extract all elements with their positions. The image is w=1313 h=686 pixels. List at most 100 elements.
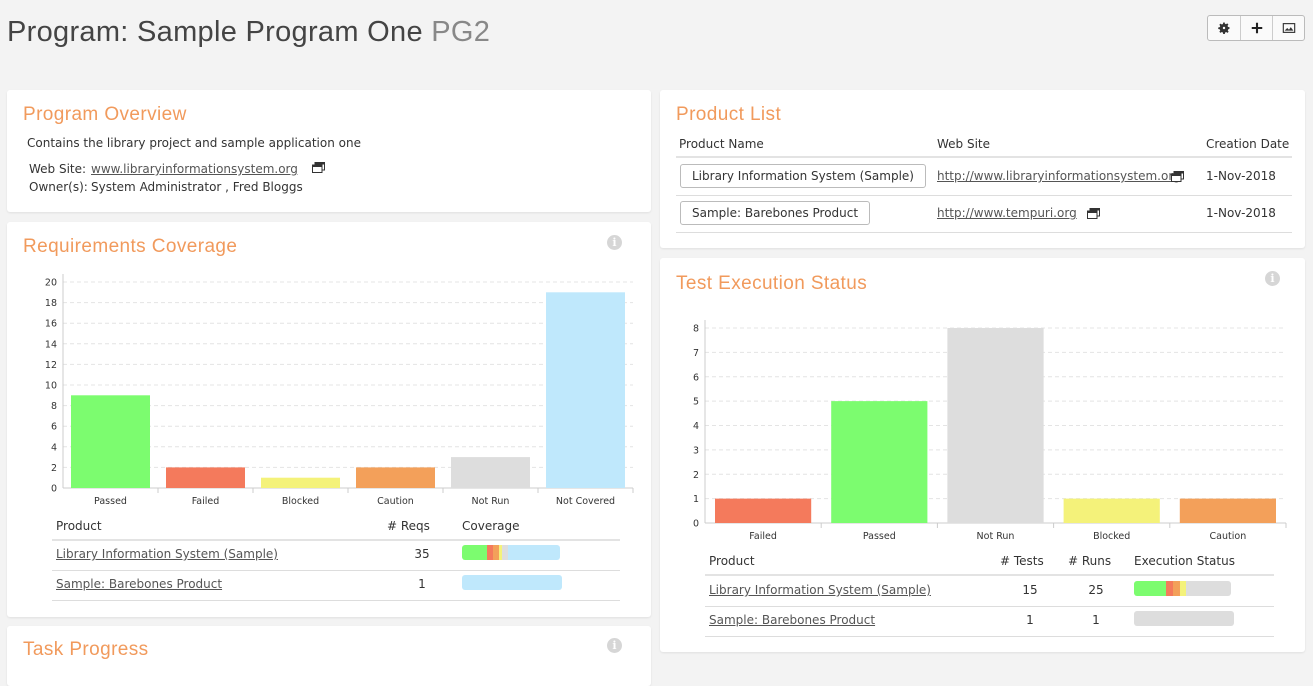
bar-caution [1179,498,1276,523]
product-url-link[interactable]: http://www.libraryinformationsystem.org [937,169,1181,183]
product-link[interactable]: Library Information System (Sample) [56,547,278,561]
divider [676,156,1292,158]
info-icon[interactable]: i [607,638,622,653]
col-header-tests: # Tests [1000,554,1044,568]
bar-failed [715,498,812,523]
col-header-product: Product [709,554,755,568]
col-header-runs: # Runs [1068,554,1112,568]
website-link[interactable]: www.libraryinformationsystem.org [91,162,298,176]
execution-status-bar[interactable] [1134,581,1231,596]
product-name-button[interactable]: Library Information System (Sample) [680,164,926,188]
new-window-icon[interactable] [1087,208,1100,219]
divider [52,539,620,541]
bar-not-run [451,457,530,488]
creation-date: 1-Nov-2018 [1206,206,1276,220]
panel-title: Product List [676,104,782,125]
page-title: Program: Sample Program One PG2 [7,16,490,49]
col-header-reqs: # Reqs [387,519,430,533]
y-tick-label: 20 [45,278,57,289]
info-icon[interactable]: i [1265,271,1280,286]
col-header-coverage: Coverage [462,519,520,533]
y-tick-label: 8 [51,401,57,412]
x-tick-label: Blocked [1093,531,1130,542]
owners-label: Owner(s): [29,180,88,194]
divider [52,600,620,601]
bar-not-covered [546,292,625,488]
runs-count: 25 [1088,583,1104,597]
col-header-web-site: Web Site [937,137,991,151]
y-tick-label: 0 [51,484,57,495]
bar-not-run [947,328,1044,523]
program-description: Contains the library project and sample … [27,136,361,150]
y-tick-label: 4 [51,442,57,453]
website-row: Web Site: www.libraryinformationsystem.o… [29,162,325,176]
coverage-bar[interactable] [462,575,562,590]
new-window-icon[interactable] [1171,171,1184,182]
col-header-product: Product [56,519,102,533]
test-execution-panel: Test Execution Status i 0 1 2 3 4 5 6 7 8 Failed P… [660,258,1305,652]
program-overview-panel: Program Overview Contains the library pr… [7,90,651,212]
y-tick-label: 18 [45,298,57,309]
owners-row: Owner(s): System Administrator , Fred Bl… [29,180,303,194]
product-link[interactable]: Sample: Barebones Product [709,613,875,627]
product-url-link[interactable]: http://www.tempuri.org [937,206,1077,220]
x-tick-label: Not Covered [556,496,615,507]
x-tick-label: Caution [1210,531,1247,542]
bar-segment [462,545,488,560]
col-header-product-name: Product Name [679,137,764,151]
bar-caution [356,467,435,488]
info-icon[interactable]: i [607,235,622,250]
divider [705,606,1274,607]
y-tick-label: 0 [693,519,699,530]
requirements-chart: 0 2 4 6 8 10 12 14 16 18 20 Passed Failed Blocked Caut… [45,274,634,507]
execution-status-bar[interactable] [1134,611,1234,626]
toolbar-button-group [1207,15,1305,41]
gear-icon [1218,22,1230,35]
panel-title: Test Execution Status [676,273,868,294]
y-tick-label: 4 [693,421,699,432]
x-tick-label: Passed [94,496,127,507]
bar-segment [1179,581,1187,596]
new-window-icon[interactable] [311,162,325,173]
y-tick-label: 8 [693,324,699,335]
x-tick-label: Blocked [282,496,319,507]
program-name: Program: Sample Program One [7,16,423,48]
y-tick-label: 3 [693,445,699,456]
product-name-button[interactable]: Sample: Barebones Product [680,201,871,225]
y-tick-label: 1 [693,494,699,505]
coverage-bar[interactable] [462,545,560,560]
y-tick-label: 2 [693,470,699,481]
y-tick-label: 14 [45,339,57,350]
product-list-panel: Product List Product Name Web Site Creat… [660,90,1305,248]
col-header-creation-date: Creation Date [1206,137,1290,151]
website-label: Web Site: [29,162,87,176]
x-tick-label: Not Run [977,531,1015,542]
x-tick-label: Passed [863,531,896,542]
y-tick-label: 5 [693,397,699,408]
tests-count: 15 [1022,583,1038,597]
add-button[interactable] [1240,16,1272,40]
col-header-execution-status: Execution Status [1134,554,1235,568]
y-tick-label: 10 [45,381,57,392]
settings-button[interactable] [1208,16,1240,40]
image-button[interactable] [1272,16,1304,40]
divider [705,574,1274,576]
divider [52,570,620,571]
bar-passed [71,395,150,488]
runs-count: 1 [1092,613,1100,627]
divider [676,232,1292,233]
image-icon [1282,23,1295,33]
y-tick-label: 6 [51,422,57,433]
divider [705,636,1274,637]
product-link[interactable]: Library Information System (Sample) [709,583,931,597]
product-link[interactable]: Sample: Barebones Product [56,577,222,591]
bar-segment [1134,581,1166,596]
y-tick-label: 12 [45,360,57,371]
y-tick-label: 2 [51,463,57,474]
bar-segment [1134,611,1234,626]
x-tick-label: Failed [192,496,220,507]
reqs-count: 35 [414,547,430,561]
bar-passed [831,401,928,523]
y-tick-label: 16 [45,319,57,330]
tests-count: 1 [1026,613,1034,627]
